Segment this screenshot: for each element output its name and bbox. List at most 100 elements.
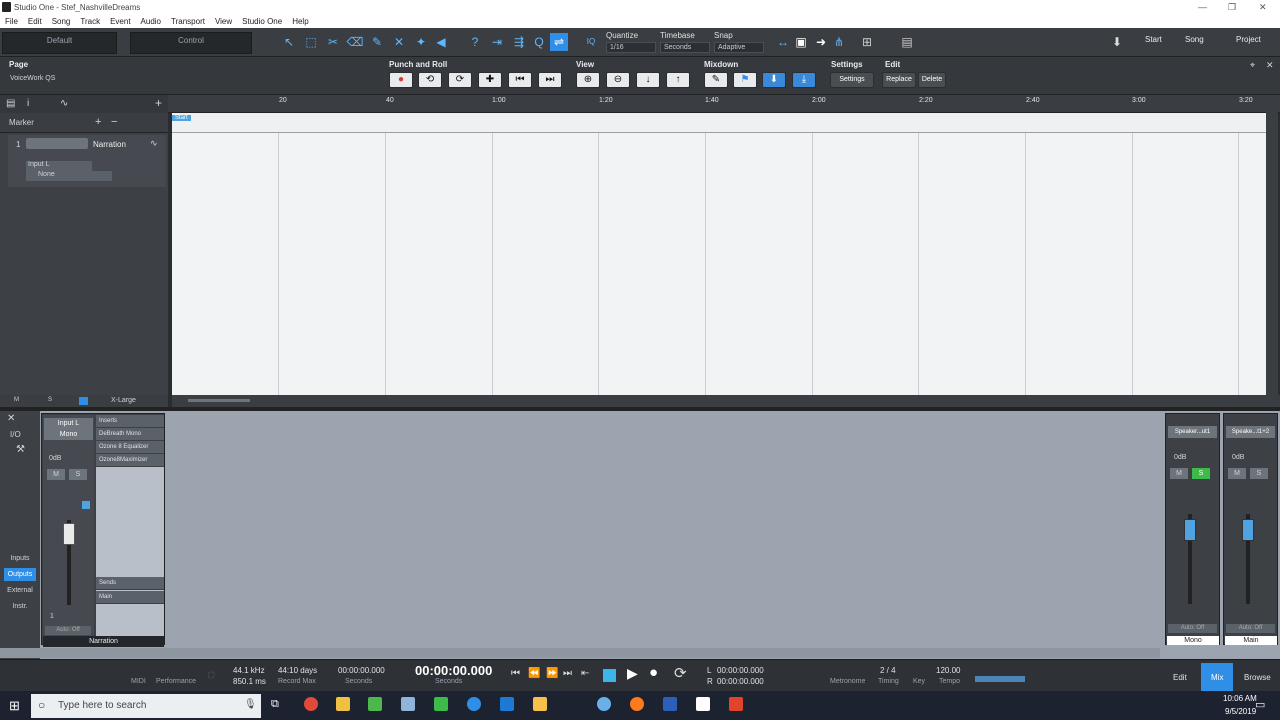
timebase-select[interactable]: Seconds <box>660 42 710 53</box>
save-icon[interactable]: ▤ <box>898 33 916 51</box>
key-label[interactable]: Key <box>913 678 925 685</box>
output2-fader[interactable] <box>1242 519 1254 541</box>
add-marker-small-icon[interactable]: + <box>95 116 101 128</box>
output1-fader[interactable] <box>1184 519 1196 541</box>
sends-header[interactable]: Sends <box>96 577 164 590</box>
settings-button[interactable]: Settings <box>830 72 874 88</box>
mixdown-export-all-icon[interactable]: ⤓ <box>792 72 816 88</box>
paint-tool-icon[interactable]: ✎ <box>368 33 386 51</box>
range-tool-icon[interactable]: ⬚ <box>302 33 320 51</box>
menu-transport[interactable]: Transport <box>171 17 205 26</box>
word-icon[interactable] <box>663 697 677 711</box>
menu-help[interactable]: Help <box>292 17 308 26</box>
arrow-tool-icon[interactable]: ↖ <box>280 33 298 51</box>
output2-name[interactable]: Speake...t1+2 <box>1226 426 1275 438</box>
autoscroll-icon[interactable]: ⇌ <box>550 33 568 51</box>
mixdown-export-icon[interactable]: ⬇ <box>762 72 786 88</box>
zoom-in-icon[interactable]: ⊕ <box>576 72 600 88</box>
wrench-icon[interactable]: ⚒ <box>16 444 25 455</box>
footer-mute[interactable]: M <box>14 397 19 403</box>
app-blue-icon[interactable] <box>467 697 481 711</box>
download-icon[interactable]: ⬇ <box>1108 33 1126 51</box>
close-icon[interactable]: ✕ <box>1259 2 1267 13</box>
metronome-label[interactable]: Metronome <box>830 678 865 685</box>
arrange-view[interactable] <box>172 133 1278 395</box>
app-x-icon[interactable] <box>696 697 710 711</box>
start-marker[interactable]: Start <box>172 115 191 121</box>
loop-icon[interactable]: ⟳ <box>674 664 687 682</box>
sidebar-external[interactable]: External <box>4 584 36 597</box>
taskbar-search[interactable]: Type here to search <box>31 694 261 718</box>
menu-audio[interactable]: Audio <box>141 17 161 26</box>
restore-icon[interactable]: ❐ <box>1228 2 1236 13</box>
horizontal-scrollbar[interactable] <box>172 395 1280 407</box>
input-select[interactable]: Input L <box>26 161 92 171</box>
channel-input[interactable]: Input L <box>44 418 93 429</box>
add-marker-icon[interactable]: ✚ <box>478 72 502 88</box>
app-files-icon[interactable] <box>500 697 514 711</box>
output2-solo[interactable]: S <box>1250 468 1268 479</box>
menu-track[interactable]: Track <box>80 17 100 26</box>
app-yellow-icon[interactable] <box>533 697 547 711</box>
grid-settings-icon[interactable]: ⊞ <box>858 33 876 51</box>
loop-end-time[interactable]: 00:00:00.000 <box>717 677 764 686</box>
forward-icon[interactable]: ⏩ <box>546 668 558 679</box>
tempo-value[interactable]: 120.00 <box>936 666 960 675</box>
next-marker-icon[interactable]: ⏭ <box>538 72 562 88</box>
nav-song[interactable]: Song <box>1185 35 1204 44</box>
secondary-time[interactable]: 00:00:00.000 <box>338 666 385 675</box>
undo-icon[interactable]: ⟲ <box>418 72 442 88</box>
scroll-thumb[interactable] <box>188 399 250 402</box>
waveform-icon[interactable]: ∿ <box>150 138 158 149</box>
io-label[interactable]: I/O <box>10 430 21 439</box>
tab-control[interactable]: Control <box>130 32 252 54</box>
rewind-start-icon[interactable]: ⏮ <box>511 668 520 679</box>
app-folder-green-icon[interactable] <box>434 697 448 711</box>
notifications-icon[interactable]: ▭ <box>1255 698 1265 711</box>
vertical-scrollbar[interactable] <box>1266 95 1278 395</box>
footer-solo[interactable]: S <box>48 397 52 403</box>
firefox-icon[interactable] <box>630 697 644 711</box>
insert-debreath[interactable]: DeBreath Mono <box>96 428 164 441</box>
loop-follow-icon[interactable]: ↔ <box>774 33 792 51</box>
automation-icon[interactable]: ∿ <box>60 98 68 109</box>
windows-start-icon[interactable]: ⊞ <box>9 698 20 714</box>
output2-mute[interactable]: M <box>1228 468 1246 479</box>
zoom-down-icon[interactable]: ↓ <box>636 72 660 88</box>
file-explorer-icon[interactable] <box>336 697 350 711</box>
info-icon[interactable]: i <box>27 98 29 109</box>
snap-select[interactable]: Adaptive <box>714 42 764 53</box>
performance-label[interactable]: Performance <box>156 678 196 685</box>
menu-view[interactable]: View <box>215 17 232 26</box>
insert-ozone-eq[interactable]: Ozone 8 Equalizer <box>96 441 164 454</box>
mute-tool-icon[interactable]: ✕ <box>390 33 408 51</box>
record-transport-button[interactable]: ● <box>649 664 658 681</box>
menu-edit[interactable]: Edit <box>28 17 42 26</box>
chrome-icon[interactable] <box>304 697 318 711</box>
track-header[interactable]: 1 Narration ∿ Input L None <box>8 135 166 187</box>
loop-start-icon[interactable]: ⇤ <box>581 668 589 679</box>
app-network-icon[interactable] <box>401 697 415 711</box>
minimize-icon[interactable]: — <box>1198 2 1207 12</box>
preset-select[interactable]: VoiceWork QS <box>10 75 55 82</box>
track-size-select[interactable]: X-Large <box>111 397 136 404</box>
list-icon[interactable]: ▤ <box>6 98 15 109</box>
task-view-icon[interactable]: ⧉ <box>271 698 279 711</box>
edit-view-button[interactable]: Edit <box>1173 673 1187 682</box>
add-track-icon[interactable]: + <box>155 96 162 110</box>
remove-marker-icon[interactable]: − <box>111 116 117 128</box>
monitor-button[interactable] <box>82 501 90 509</box>
output1-mute[interactable]: M <box>1170 468 1188 479</box>
menu-song[interactable]: Song <box>52 17 71 26</box>
mixer-scrollbar[interactable] <box>0 648 1160 658</box>
channel-automation[interactable]: Auto: Off <box>45 626 91 635</box>
menu-file[interactable]: File <box>5 17 18 26</box>
studio-one-task-icon[interactable] <box>729 697 743 711</box>
output-select[interactable]: None <box>26 171 112 181</box>
mix-view-button[interactable]: Mix <box>1211 673 1223 682</box>
clock-time[interactable]: 10:06 AM <box>1223 694 1257 703</box>
send-main[interactable]: Main <box>96 591 164 604</box>
snap-cursor-icon[interactable]: ⋔ <box>830 33 848 51</box>
delete-button[interactable]: Delete <box>918 72 946 88</box>
output1-automation[interactable]: Auto: Off <box>1168 624 1217 633</box>
